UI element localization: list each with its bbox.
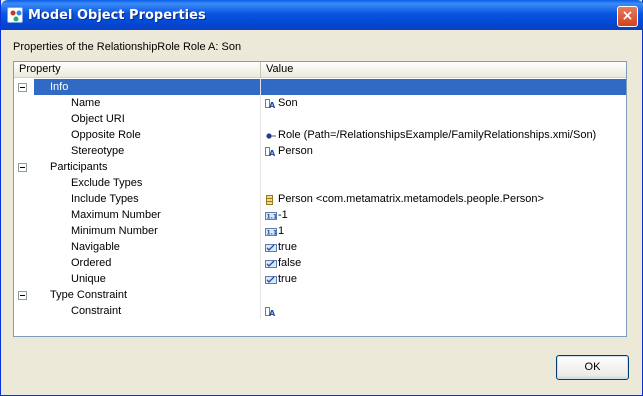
property-cell: Type Constraint [34, 287, 261, 303]
value-cell [261, 287, 626, 303]
property-row[interactable]: Name A Son [14, 95, 626, 111]
value-cell[interactable]: A [261, 303, 626, 319]
property-label: Stereotype [71, 145, 125, 157]
property-value: true [278, 241, 297, 253]
svg-text:1.1: 1.1 [267, 214, 278, 221]
property-label: Exclude Types [71, 177, 143, 189]
text-icon: A [265, 146, 277, 158]
property-cell: Navigable [14, 239, 261, 255]
value-cell[interactable]: true [261, 239, 626, 255]
svg-text:1.1: 1.1 [267, 230, 278, 237]
property-cell: Maximum Number [14, 207, 261, 223]
dialog-heading: Properties of the RelationshipRole Role … [13, 41, 242, 53]
property-row[interactable]: Opposite Role Role (Path=/RelationshipsEx… [14, 127, 626, 143]
app-icon [7, 7, 23, 23]
value-cell[interactable]: Person <com.metamatrix.metamodels.people… [261, 191, 626, 207]
ok-button[interactable]: OK [556, 355, 629, 380]
category-label: Type Constraint [50, 289, 128, 301]
property-label: Navigable [71, 241, 120, 253]
number-icon: 1.1 [265, 226, 278, 237]
property-cell: Name [14, 95, 261, 111]
window-title: Model Object Properties [28, 8, 206, 23]
property-value: 1 [278, 225, 285, 237]
properties-table[interactable]: Property Value Info Name A Son Object URI Opp… [13, 61, 627, 337]
property-cell: Stereotype [14, 143, 261, 159]
property-cell: Info [34, 79, 261, 95]
svg-text:A: A [269, 101, 276, 109]
property-label: Minimum Number [71, 225, 158, 237]
value-cell [261, 159, 626, 175]
column-header-value[interactable]: Value [261, 62, 626, 78]
value-cell[interactable] [261, 175, 626, 191]
property-label: Unique [71, 273, 106, 285]
property-cell: Minimum Number [14, 223, 261, 239]
property-value: true [278, 273, 297, 285]
boolean-icon [265, 258, 277, 268]
table-body: Info Name A Son Object URI Opposite Role Role … [14, 79, 626, 319]
property-label: Object URI [71, 113, 125, 125]
collapse-toggle-icon[interactable] [18, 83, 27, 92]
text-icon: A [265, 306, 277, 318]
text-icon: A [265, 98, 277, 110]
category-label: Info [50, 81, 69, 93]
value-cell[interactable]: Role (Path=/RelationshipsExample/FamilyR… [261, 127, 626, 143]
collapse-toggle-icon[interactable] [18, 291, 27, 300]
property-value: false [278, 257, 302, 269]
property-cell: Participants [34, 159, 261, 175]
value-cell[interactable]: A Son [261, 95, 626, 111]
property-row[interactable]: Include Types Person <com.metamatrix.meta… [14, 191, 626, 207]
property-row[interactable]: Stereotype A Person [14, 143, 626, 159]
property-value: -1 [278, 209, 288, 221]
role-icon [265, 130, 277, 140]
boolean-icon [265, 274, 277, 284]
class-icon [265, 194, 277, 205]
property-cell: Include Types [14, 191, 261, 207]
property-row[interactable]: Exclude Types [14, 175, 626, 191]
value-cell[interactable]: false [261, 255, 626, 271]
value-cell [261, 79, 626, 95]
property-label: Maximum Number [71, 209, 161, 221]
property-value: Role (Path=/RelationshipsExample/FamilyR… [278, 129, 597, 141]
property-row[interactable]: Unique true [14, 271, 626, 287]
property-row[interactable]: Maximum Number 1.1 -1 [14, 207, 626, 223]
property-label: Constraint [71, 305, 122, 317]
number-icon: 1.1 [265, 210, 278, 221]
property-cell: Ordered [14, 255, 261, 271]
property-label: Opposite Role [71, 129, 141, 141]
property-label: Ordered [71, 257, 112, 269]
svg-text:A: A [269, 309, 276, 317]
properties-dialog: Model Object Properties × Properties of … [0, 0, 643, 396]
table-header: Property Value [14, 62, 626, 78]
property-row[interactable]: Navigable true [14, 239, 626, 255]
property-cell: Unique [14, 271, 261, 287]
title-bar[interactable]: Model Object Properties × [1, 0, 643, 30]
property-value: Son [278, 97, 298, 109]
property-cell: Constraint [14, 303, 261, 319]
property-row[interactable]: Constraint A [14, 303, 626, 319]
column-header-property[interactable]: Property [14, 62, 261, 78]
value-cell[interactable]: true [261, 271, 626, 287]
value-cell[interactable]: A Person [261, 143, 626, 159]
property-cell: Opposite Role [14, 127, 261, 143]
property-value: Person [278, 145, 313, 157]
category-row[interactable]: Info [14, 79, 626, 95]
property-cell: Object URI [14, 111, 261, 127]
property-row[interactable]: Ordered false [14, 255, 626, 271]
property-row[interactable]: Minimum Number 1.1 1 [14, 223, 626, 239]
value-cell[interactable]: 1.1 -1 [261, 207, 626, 223]
svg-text:A: A [269, 149, 276, 157]
property-label: Include Types [71, 193, 139, 205]
category-row[interactable]: Participants [14, 159, 626, 175]
collapse-toggle-icon[interactable] [18, 163, 27, 172]
category-label: Participants [50, 161, 108, 173]
value-cell[interactable] [261, 111, 626, 127]
property-cell: Exclude Types [14, 175, 261, 191]
property-value: Person <com.metamatrix.metamodels.people… [278, 193, 544, 205]
category-row[interactable]: Type Constraint [14, 287, 626, 303]
close-button[interactable]: × [617, 6, 638, 27]
property-row[interactable]: Object URI [14, 111, 626, 127]
property-label: Name [71, 97, 101, 109]
value-cell[interactable]: 1.1 1 [261, 223, 626, 239]
boolean-icon [265, 242, 277, 252]
